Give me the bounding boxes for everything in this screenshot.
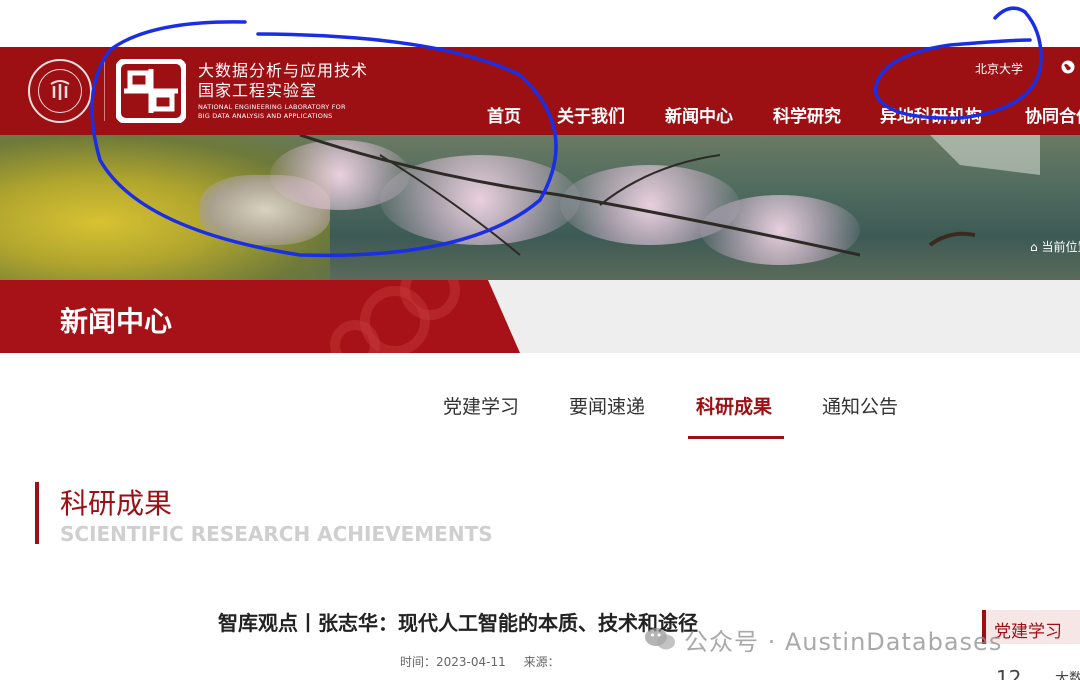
banner-branches	[299, 135, 1040, 257]
tab-notices[interactable]: 通知公告	[822, 392, 898, 419]
pku-link[interactable]: 北京大学	[975, 60, 1023, 77]
tab-research-results[interactable]: 科研成果	[696, 392, 772, 419]
article-meta: 时间：2023-04-11 来源：	[400, 653, 574, 670]
breadcrumb[interactable]: ⌂ 当前位置	[1030, 238, 1080, 255]
sidebar-tab-label: 党建学习	[994, 622, 1062, 642]
article-title[interactable]: 智库观点丨张志华：现代人工智能的本质、技术和途径	[218, 607, 698, 636]
watermark: 公众号 · AustinDatabases	[684, 628, 1003, 656]
sub-nav: 党建学习 要闻速递 科研成果 通知公告	[0, 392, 1080, 440]
top-strip	[0, 0, 1080, 47]
breadcrumb-label: 当前位置	[1041, 240, 1080, 254]
section-banner: 新闻中心	[0, 280, 1080, 353]
article-time: 时间：2023-04-11	[400, 655, 506, 669]
section-title: 新闻中心	[60, 305, 173, 338]
page-heading: 科研成果	[60, 487, 173, 520]
lab-name-cn-line1: 大数据分析与应用技术	[198, 61, 369, 80]
tab-news-express[interactable]: 要闻速递	[569, 392, 645, 419]
main-nav: 首页 关于我们 新闻中心 科学研究 异地科研机构 协同合作	[0, 102, 1080, 128]
globe-icon[interactable]	[1060, 59, 1076, 75]
site-header: 大数据分析与应用技术 国家工程实验室 NATIONAL ENGINEERING …	[0, 47, 1080, 135]
page-heading-en: SCIENTIFIC RESEARCH ACHIEVEMENTS	[60, 522, 493, 546]
sidebar-item-number: 12	[996, 666, 1022, 680]
cloud-ornament	[330, 320, 380, 353]
nav-item-home[interactable]: 首页	[487, 102, 521, 127]
tab-party-study[interactable]: 党建学习	[443, 392, 519, 419]
sidebar-item-text[interactable]: 大数	[1055, 668, 1080, 680]
hero-banner: ⌂ 当前位置	[0, 135, 1080, 280]
heading-accent-bar	[35, 482, 39, 544]
active-tab-indicator	[688, 436, 784, 439]
nav-item-remote-institutes[interactable]: 异地科研机构	[880, 102, 982, 127]
nav-item-news[interactable]: 新闻中心	[665, 102, 733, 127]
article-source: 来源：	[523, 655, 560, 669]
nav-item-cooperation[interactable]: 协同合作	[1025, 102, 1080, 127]
nav-item-about[interactable]: 关于我们	[557, 102, 625, 127]
lab-name-cn-line2: 国家工程实验室	[198, 81, 318, 100]
nav-item-research[interactable]: 科学研究	[773, 102, 841, 127]
